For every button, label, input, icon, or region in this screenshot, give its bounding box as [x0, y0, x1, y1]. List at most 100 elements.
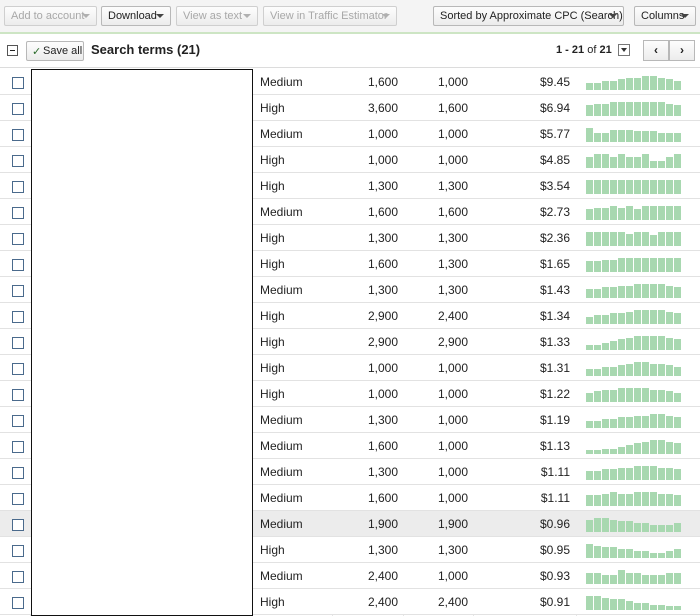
- trend-bar: [602, 419, 609, 428]
- save-all-button[interactable]: ✓ Save all: [26, 41, 84, 61]
- row-checkbox[interactable]: [12, 545, 24, 557]
- row-checkbox[interactable]: [12, 571, 24, 583]
- pager-of: of: [587, 44, 597, 56]
- row-checkbox[interactable]: [12, 467, 24, 479]
- competition-cell: High: [260, 257, 285, 271]
- search-trend-sparkline: [586, 128, 681, 142]
- row-checkbox[interactable]: [12, 519, 24, 531]
- row-checkbox[interactable]: [12, 259, 24, 271]
- trend-bar: [626, 549, 633, 558]
- competition-cell: Medium: [260, 205, 303, 219]
- cpc-cell: $1.31: [539, 361, 570, 375]
- row-checkbox[interactable]: [12, 103, 24, 115]
- row-checkbox[interactable]: [12, 311, 24, 323]
- trend-bar: [610, 547, 617, 558]
- search-trend-sparkline: [586, 440, 681, 454]
- trend-bar: [594, 208, 601, 220]
- trend-bar: [610, 449, 617, 454]
- view-in-traffic-estimator-button[interactable]: View in Traffic Estimator: [263, 6, 397, 26]
- trend-bar: [666, 494, 673, 506]
- trend-bar: [634, 258, 641, 272]
- row-checkbox[interactable]: [12, 285, 24, 297]
- row-checkbox[interactable]: [12, 207, 24, 219]
- row-checkbox[interactable]: [12, 155, 24, 167]
- competition-cell: Medium: [260, 569, 303, 583]
- trend-bar: [658, 161, 665, 168]
- previous-page-button[interactable]: ‹: [643, 40, 669, 61]
- trend-bar: [658, 133, 665, 142]
- trend-bar: [634, 466, 641, 480]
- search-trend-sparkline: [586, 102, 681, 116]
- global-searches-cell: 2,400: [367, 569, 398, 583]
- trend-bar: [658, 440, 665, 454]
- row-checkbox[interactable]: [12, 181, 24, 193]
- toolbar: Add to account Download View as text Vie…: [0, 0, 700, 34]
- add-to-account-button[interactable]: Add to account: [4, 6, 97, 26]
- trend-bar: [626, 364, 633, 376]
- row-checkbox[interactable]: [12, 415, 24, 427]
- local-searches-cell: 1,000: [437, 439, 468, 453]
- trend-bar: [586, 421, 593, 428]
- global-searches-cell: 1,300: [367, 543, 398, 557]
- trend-bar: [666, 104, 673, 116]
- trend-bar: [642, 603, 649, 610]
- trend-bar: [650, 206, 657, 220]
- pager-text: 1 - 21 of 21: [556, 44, 612, 56]
- trend-bar: [666, 416, 673, 428]
- trend-bar: [658, 180, 665, 194]
- trend-bar: [610, 130, 617, 142]
- trend-bar: [634, 362, 641, 376]
- row-checkbox[interactable]: [12, 441, 24, 453]
- trend-bar: [618, 468, 625, 480]
- local-searches-cell: 1,000: [437, 413, 468, 427]
- local-searches-cell: 1,000: [437, 465, 468, 479]
- row-checkbox[interactable]: [12, 233, 24, 245]
- search-trend-sparkline: [586, 518, 681, 532]
- trend-bar: [666, 206, 673, 220]
- trend-bar: [650, 310, 657, 324]
- trend-bar: [658, 310, 665, 324]
- trend-bar: [586, 544, 593, 558]
- trend-bar: [674, 232, 681, 246]
- row-checkbox[interactable]: [12, 389, 24, 401]
- sort-dropdown[interactable]: Sorted by Approximate CPC (Search): [433, 6, 624, 26]
- row-checkbox[interactable]: [12, 129, 24, 141]
- global-searches-cell: 3,600: [367, 101, 398, 115]
- row-checkbox[interactable]: [12, 493, 24, 505]
- trend-bar: [618, 570, 625, 584]
- trend-bar: [594, 518, 601, 532]
- trend-bar: [642, 154, 649, 168]
- trend-bar: [594, 495, 601, 506]
- competition-cell: High: [260, 101, 285, 115]
- trend-bar: [674, 469, 681, 480]
- download-button[interactable]: Download: [101, 6, 171, 26]
- competition-cell: High: [260, 387, 285, 401]
- local-searches-cell: 1,000: [437, 387, 468, 401]
- trend-bar: [650, 258, 657, 272]
- search-trend-sparkline: [586, 232, 681, 246]
- trend-bar: [658, 575, 665, 584]
- view-as-text-button[interactable]: View as text: [176, 6, 258, 26]
- trend-bar: [634, 551, 641, 558]
- trend-bar: [618, 494, 625, 506]
- trend-bar: [626, 468, 633, 480]
- trend-bar: [666, 180, 673, 194]
- columns-button[interactable]: Columns: [634, 6, 696, 26]
- trend-bar: [626, 130, 633, 142]
- trend-bar: [594, 573, 601, 584]
- collapse-toggle-icon[interactable]: [7, 45, 18, 56]
- global-searches-cell: 1,300: [367, 231, 398, 245]
- competition-cell: High: [260, 361, 285, 375]
- trend-bar: [626, 494, 633, 506]
- next-page-button[interactable]: ›: [669, 40, 695, 61]
- search-trend-sparkline: [586, 596, 681, 610]
- trend-bar: [610, 419, 617, 428]
- row-checkbox[interactable]: [12, 77, 24, 89]
- trend-bar: [666, 365, 673, 376]
- row-checkbox[interactable]: [12, 597, 24, 609]
- trend-bar: [650, 336, 657, 350]
- row-checkbox[interactable]: [12, 363, 24, 375]
- row-checkbox[interactable]: [12, 337, 24, 349]
- page-size-dropdown-icon[interactable]: [618, 44, 630, 56]
- trend-bar: [610, 313, 617, 324]
